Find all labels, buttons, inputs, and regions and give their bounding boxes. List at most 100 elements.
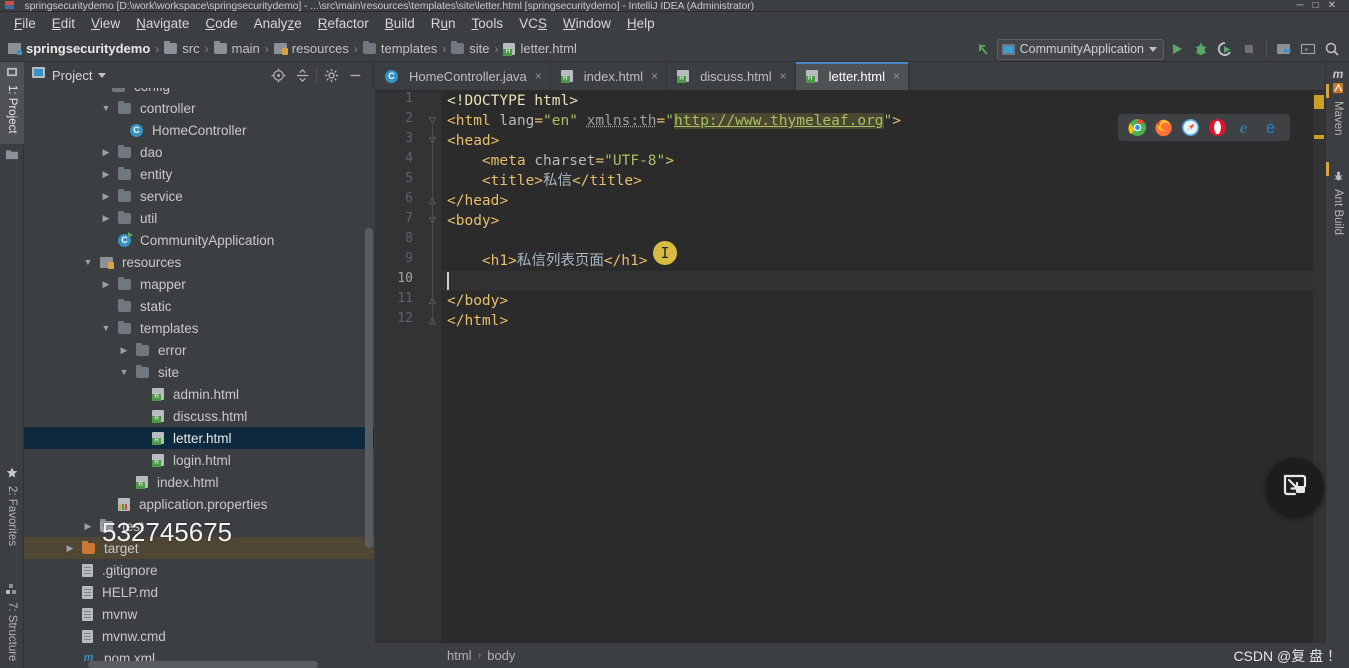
window-controls[interactable]: ─□✕ [1296,0,1345,11]
sidebar-item-favorites[interactable]: 2: Favorites [0,462,24,572]
sidebar-item-ant-build[interactable]: Ant Build [1326,166,1349,262]
menu-tools[interactable]: Tools [464,14,512,34]
editor-error-stripe[interactable] [1313,91,1325,643]
tree-row-service[interactable]: ▶ service [24,185,366,207]
tree-row-login-html[interactable]: login.html [24,449,366,471]
tree-row-templates[interactable]: ▼ templates [24,317,366,339]
debug-icon[interactable] [1190,38,1212,60]
breadcrumb-letter-html[interactable]: letter.html [503,41,577,56]
stripe-warning-marker[interactable] [1314,135,1324,139]
tab-letter-html[interactable]: letter.html × [795,62,909,90]
menu-window[interactable]: Window [555,14,619,34]
project-structure-icon[interactable] [1273,38,1295,60]
tree-row-error[interactable]: ▶ error [24,339,366,361]
menu-analyze[interactable]: Analyze [246,14,310,34]
menu-edit[interactable]: Edit [44,14,83,34]
tree-row-help-md[interactable]: HELP.md [24,581,366,603]
sidebar-item-project[interactable]: 1: Project [0,62,24,144]
tree-row-entity[interactable]: ▶ entity [24,163,366,185]
chevron-down-icon[interactable] [98,72,107,78]
tree-row-site[interactable]: ▼ site [24,361,366,383]
back-arrow-icon[interactable] [973,38,995,60]
code-text-area[interactable]: <!DOCTYPE html> <html lang="en" xmlns:th… [441,91,1325,643]
tab-homecontroller-java[interactable]: C HomeController.java × [375,62,551,90]
code-editor[interactable]: 1 2 3 4 5 6 7 8 9 10 11 12 ▽ ▽ △ ▽ △ △ <… [375,91,1325,643]
breadcrumb-templates[interactable]: templates [362,41,437,56]
breadcrumb-main[interactable]: main [213,41,260,56]
browser-launcher-popup[interactable]: e e [1118,114,1290,141]
breadcrumb-body[interactable]: body [487,648,515,663]
tab-index-html[interactable]: index.html × [551,62,668,90]
stripe-warning-marker[interactable] [1314,95,1324,109]
safari-icon[interactable] [1181,118,1200,137]
menu-file[interactable]: File [6,14,44,34]
chrome-icon[interactable] [1128,118,1147,137]
tree-row-gitignore[interactable]: .gitignore [24,559,366,581]
tree-row-config[interactable]: config [24,88,366,97]
tree-row-communityapplication[interactable]: C CommunityApplication [24,229,366,251]
run-configuration-selector[interactable]: CommunityApplication [996,38,1164,60]
tree-row-resources[interactable]: ▼ resources [24,251,366,273]
menu-help[interactable]: Help [619,14,663,34]
tree-row-letter-html[interactable]: letter.html [24,427,374,449]
close-icon[interactable]: × [893,69,900,83]
tree-row-admin-html[interactable]: admin.html [24,383,366,405]
close-icon[interactable]: × [780,69,787,83]
close-icon[interactable]: × [651,69,658,83]
chevron-down-icon[interactable]: ▼ [100,323,112,333]
breadcrumb-src[interactable]: src [164,41,200,56]
run-icon[interactable] [1166,38,1188,60]
menu-view[interactable]: View [83,14,128,34]
chevron-down-icon[interactable]: ▼ [82,257,94,267]
terminal-icon[interactable] [1297,38,1319,60]
project-tree-vertical-scrollbar[interactable] [365,228,373,548]
menu-navigate[interactable]: Navigate [128,14,197,34]
chevron-right-icon[interactable]: ▶ [100,213,112,224]
tree-row-mvnw[interactable]: mvnw [24,603,366,625]
editor-gutter[interactable]: 1 2 3 4 5 6 7 8 9 10 11 12 ▽ ▽ △ ▽ △ △ [375,91,441,643]
opera-icon[interactable] [1208,118,1227,137]
sidebar-item-maven[interactable]: Maven [1326,78,1349,158]
tree-row-discuss-html[interactable]: discuss.html [24,405,366,427]
locate-icon[interactable] [268,65,288,85]
tree-row-mvnw-cmd[interactable]: mvnw.cmd [24,625,366,647]
chevron-right-icon[interactable]: ▶ [100,279,112,290]
menu-run[interactable]: Run [423,14,464,34]
breadcrumb-html[interactable]: html [447,648,472,663]
ie-icon[interactable]: e [1234,118,1253,137]
chevron-right-icon[interactable]: ▶ [64,543,76,554]
menu-build[interactable]: Build [377,14,423,34]
chevron-right-icon[interactable]: ▶ [82,521,94,532]
tree-row-homecontroller[interactable]: C HomeController [24,119,366,141]
picture-in-picture-button[interactable] [1266,458,1324,516]
collapse-all-icon[interactable] [292,65,312,85]
tree-row-application-properties[interactable]: application.properties [24,493,366,515]
edge-icon[interactable]: e [1261,118,1280,137]
tree-row-mapper[interactable]: ▶ mapper [24,273,366,295]
menu-code[interactable]: Code [197,14,245,34]
menu-refactor[interactable]: Refactor [310,14,377,34]
hide-panel-icon[interactable] [345,65,365,85]
chevron-right-icon[interactable]: ▶ [100,147,112,158]
project-folder-icon-strip[interactable] [0,144,24,176]
chevron-down-icon[interactable]: ▼ [118,367,130,377]
tree-row-util[interactable]: ▶ util [24,207,366,229]
firefox-icon[interactable] [1154,118,1173,137]
chevron-right-icon[interactable]: ▶ [100,191,112,202]
breadcrumb-resources[interactable]: resources [273,41,349,56]
stop-icon[interactable] [1238,38,1260,60]
close-icon[interactable]: × [535,69,542,83]
search-everywhere-icon[interactable] [1321,38,1343,60]
tree-row-controller[interactable]: ▼ controller [24,97,366,119]
run-with-coverage-icon[interactable] [1214,38,1236,60]
chevron-right-icon[interactable]: ▶ [100,169,112,180]
menu-vcs[interactable]: VCS [511,14,555,34]
tree-row-static[interactable]: static [24,295,366,317]
tree-row-dao[interactable]: ▶ dao [24,141,366,163]
chevron-right-icon[interactable]: ▶ [118,345,130,356]
sidebar-item-structure[interactable]: 7: Structure [0,578,24,668]
project-file-tree[interactable]: config ▼ controller C HomeController ▶ d… [24,88,374,668]
breadcrumb-project[interactable]: springsecuritydemo [8,41,150,56]
gear-icon[interactable] [321,65,341,85]
project-tree-horizontal-scrollbar[interactable] [88,661,318,668]
